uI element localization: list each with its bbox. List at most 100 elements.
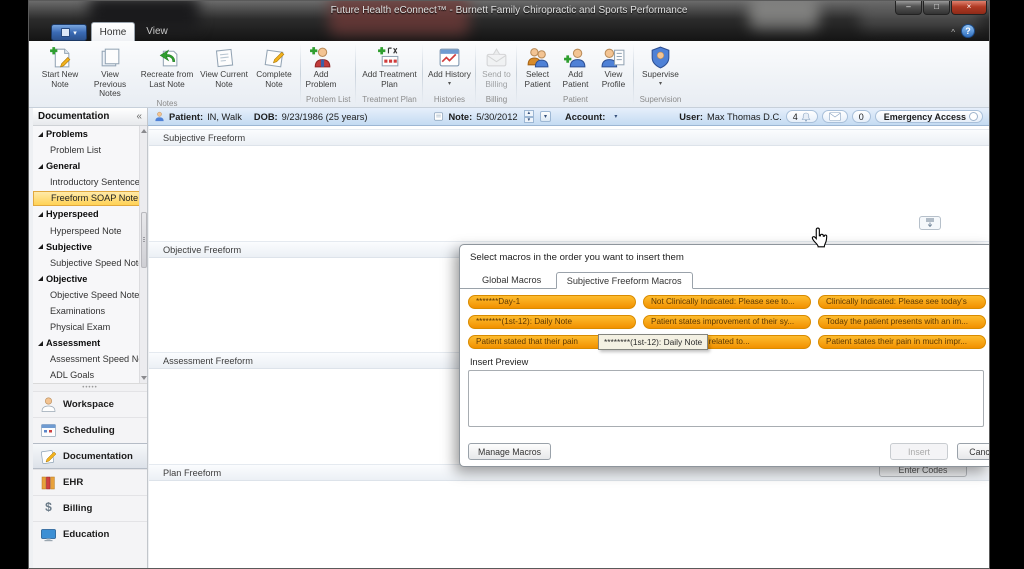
insert-preview-box[interactable] <box>468 370 984 427</box>
ribbon-group-label: Billing <box>477 95 515 107</box>
ribbon-group-label: Problem List <box>302 95 354 107</box>
app-window: Future Health eConnect™ - Burnett Family… <box>28 0 990 569</box>
ribbon-group-label: Patient <box>518 95 632 107</box>
app-menu-button[interactable]: ▾ <box>51 24 87 41</box>
emergency-access-button[interactable]: Emergency Access <box>875 110 983 123</box>
add-problem-button[interactable]: Add Problem <box>302 43 340 89</box>
start-new-note-button[interactable]: Start New Note <box>35 43 85 89</box>
tree-header-problems[interactable]: Problems <box>33 126 140 142</box>
select-patient-button[interactable]: Select Patient <box>518 43 556 89</box>
messages-button[interactable] <box>822 110 848 123</box>
module-ehr[interactable]: EHR <box>33 469 147 495</box>
tree-item-physical-exam[interactable]: Physical Exam <box>33 319 140 335</box>
alerts-count: 4 <box>793 112 798 122</box>
tree-item-freeform-soap-note[interactable]: Freeform SOAP Note <box>33 191 140 206</box>
macro-button[interactable]: ********(1st-12): Daily Note <box>468 315 636 329</box>
tree-item-hyperspeed-note[interactable]: Hyperspeed Note <box>33 222 140 238</box>
patient-icon <box>154 111 165 122</box>
module-scheduling[interactable]: Scheduling <box>33 417 147 443</box>
manage-macros-button[interactable]: Manage Macros <box>468 443 551 460</box>
ribbon-collapse-icon[interactable]: ^ <box>951 28 955 37</box>
macro-button[interactable]: Not Clinically Indicated: Please see to.… <box>643 295 811 309</box>
view-profile-button[interactable]: View Profile <box>594 43 632 89</box>
scroll-down-icon[interactable] <box>141 376 147 380</box>
alerts-badge[interactable]: 4 <box>786 110 818 123</box>
tree-scrollbar[interactable] <box>139 126 147 383</box>
tree-item-problem-list[interactable]: Problem List <box>33 142 140 158</box>
add-patient-icon <box>563 45 588 70</box>
documentation-icon <box>40 448 57 465</box>
scrollbar-thumb[interactable] <box>141 212 147 268</box>
education-icon <box>40 526 57 543</box>
tree-item-assessment-speed-note[interactable]: Assessment Speed No <box>33 351 140 367</box>
maximize-button[interactable]: □ <box>923 1 950 15</box>
tree-item-objective-speed-note[interactable]: Objective Speed Note <box>33 287 140 303</box>
dialog-title: Select macros in the order you want to i… <box>460 245 989 265</box>
ribbon-group-problem-list: Add Problem Problem List <box>302 41 354 107</box>
macro-button[interactable]: *******Day-1 <box>468 295 636 309</box>
tree-item-introductory-sentence[interactable]: Introductory Sentence <box>33 174 140 190</box>
macro-button[interactable]: Today the patient presents with an im... <box>818 315 986 329</box>
macro-button[interactable]: Patient states improvement of their sy..… <box>643 315 811 329</box>
tab-global-macros[interactable]: Global Macros <box>472 272 551 287</box>
close-button[interactable]: × <box>951 1 987 15</box>
add-patient-button[interactable]: Add Patient <box>556 43 594 89</box>
tree-item-subjective-speed-note[interactable]: Subjective Speed Note <box>33 255 140 271</box>
note-icon <box>433 111 444 122</box>
tree-header-hyperspeed[interactable]: Hyperspeed <box>33 206 140 222</box>
help-button[interactable]: ? <box>961 24 975 38</box>
select-patient-icon <box>525 45 550 70</box>
maximize-icon: □ <box>934 2 939 11</box>
emergency-toggle-icon <box>969 112 978 121</box>
recreate-note-icon <box>155 45 180 70</box>
note-dropdown-button[interactable]: ▾ <box>540 111 551 122</box>
add-history-button[interactable]: Add History ▾ <box>424 43 474 87</box>
module-education[interactable]: Education <box>33 521 147 547</box>
note-date-spinner[interactable]: ▲ ▼ <box>524 110 534 123</box>
expanded-triangle-icon <box>38 212 43 217</box>
tree-item-adl-goals[interactable]: ADL Goals <box>33 367 140 383</box>
tree-header-assessment[interactable]: Assessment <box>33 335 140 351</box>
add-treatment-plan-button[interactable]: Add Treatment Plan <box>357 43 421 89</box>
tab-view[interactable]: View <box>137 22 177 41</box>
envelope-icon <box>829 112 841 121</box>
collapse-panel-icon[interactable]: « <box>137 111 142 122</box>
tab-home[interactable]: Home <box>91 22 135 41</box>
user-label: User: <box>679 112 703 122</box>
module-billing[interactable]: $ Billing <box>33 495 147 521</box>
view-previous-notes-button[interactable]: View Previous Notes <box>85 43 135 99</box>
tree-header-subjective[interactable]: Subjective <box>33 239 140 255</box>
note-label: Note: <box>448 112 472 122</box>
view-profile-icon <box>601 45 626 70</box>
note-date-value[interactable]: 5/30/2012 <box>476 112 517 122</box>
account-label: Account: <box>565 112 605 122</box>
scroll-up-icon[interactable] <box>141 129 147 133</box>
tab-subjective-freeform-macros[interactable]: Subjective Freeform Macros <box>556 272 693 289</box>
recreate-from-last-note-button[interactable]: Recreate from Last Note <box>135 43 199 89</box>
tree-header-general[interactable]: General <box>33 158 140 174</box>
tree-item-examinations[interactable]: Examinations <box>33 303 140 319</box>
tree-header-objective[interactable]: Objective <box>33 271 140 287</box>
module-documentation[interactable]: Documentation <box>33 443 147 469</box>
cancel-button[interactable]: Cancel <box>957 443 990 460</box>
panel-splitter[interactable]: ••••• <box>33 384 147 391</box>
macro-list-panel: *******Day-1 Not Clinically Indicated: P… <box>460 288 989 349</box>
documentation-tree: Problems Problem List General Introducto… <box>33 126 147 384</box>
view-current-note-button[interactable]: View Current Note <box>199 43 249 89</box>
ribbon-group-label: Supervision <box>635 95 685 107</box>
ribbon-group-histories: Add History ▾ Histories <box>424 41 474 107</box>
spin-down-icon[interactable]: ▼ <box>524 117 534 124</box>
expanded-triangle-icon <box>38 164 43 169</box>
supervise-button[interactable]: Supervise ▾ <box>635 43 685 87</box>
sidebar: Documentation « Problems Problem List Ge… <box>33 108 148 568</box>
expanded-triangle-icon <box>38 276 43 281</box>
macro-button[interactable]: Clinically Indicated: Please see today's <box>818 295 986 309</box>
complete-note-icon <box>262 45 287 70</box>
macro-button[interactable]: Patient states their pain in much impr..… <box>818 335 986 349</box>
minimize-button[interactable]: – <box>895 1 922 15</box>
complete-note-button[interactable]: Complete Note <box>249 43 299 89</box>
module-workspace[interactable]: Workspace <box>33 391 147 417</box>
account-dropdown-button[interactable]: ▾ <box>611 112 620 121</box>
minimize-icon: – <box>906 2 910 11</box>
insert-macro-button[interactable] <box>919 216 941 230</box>
